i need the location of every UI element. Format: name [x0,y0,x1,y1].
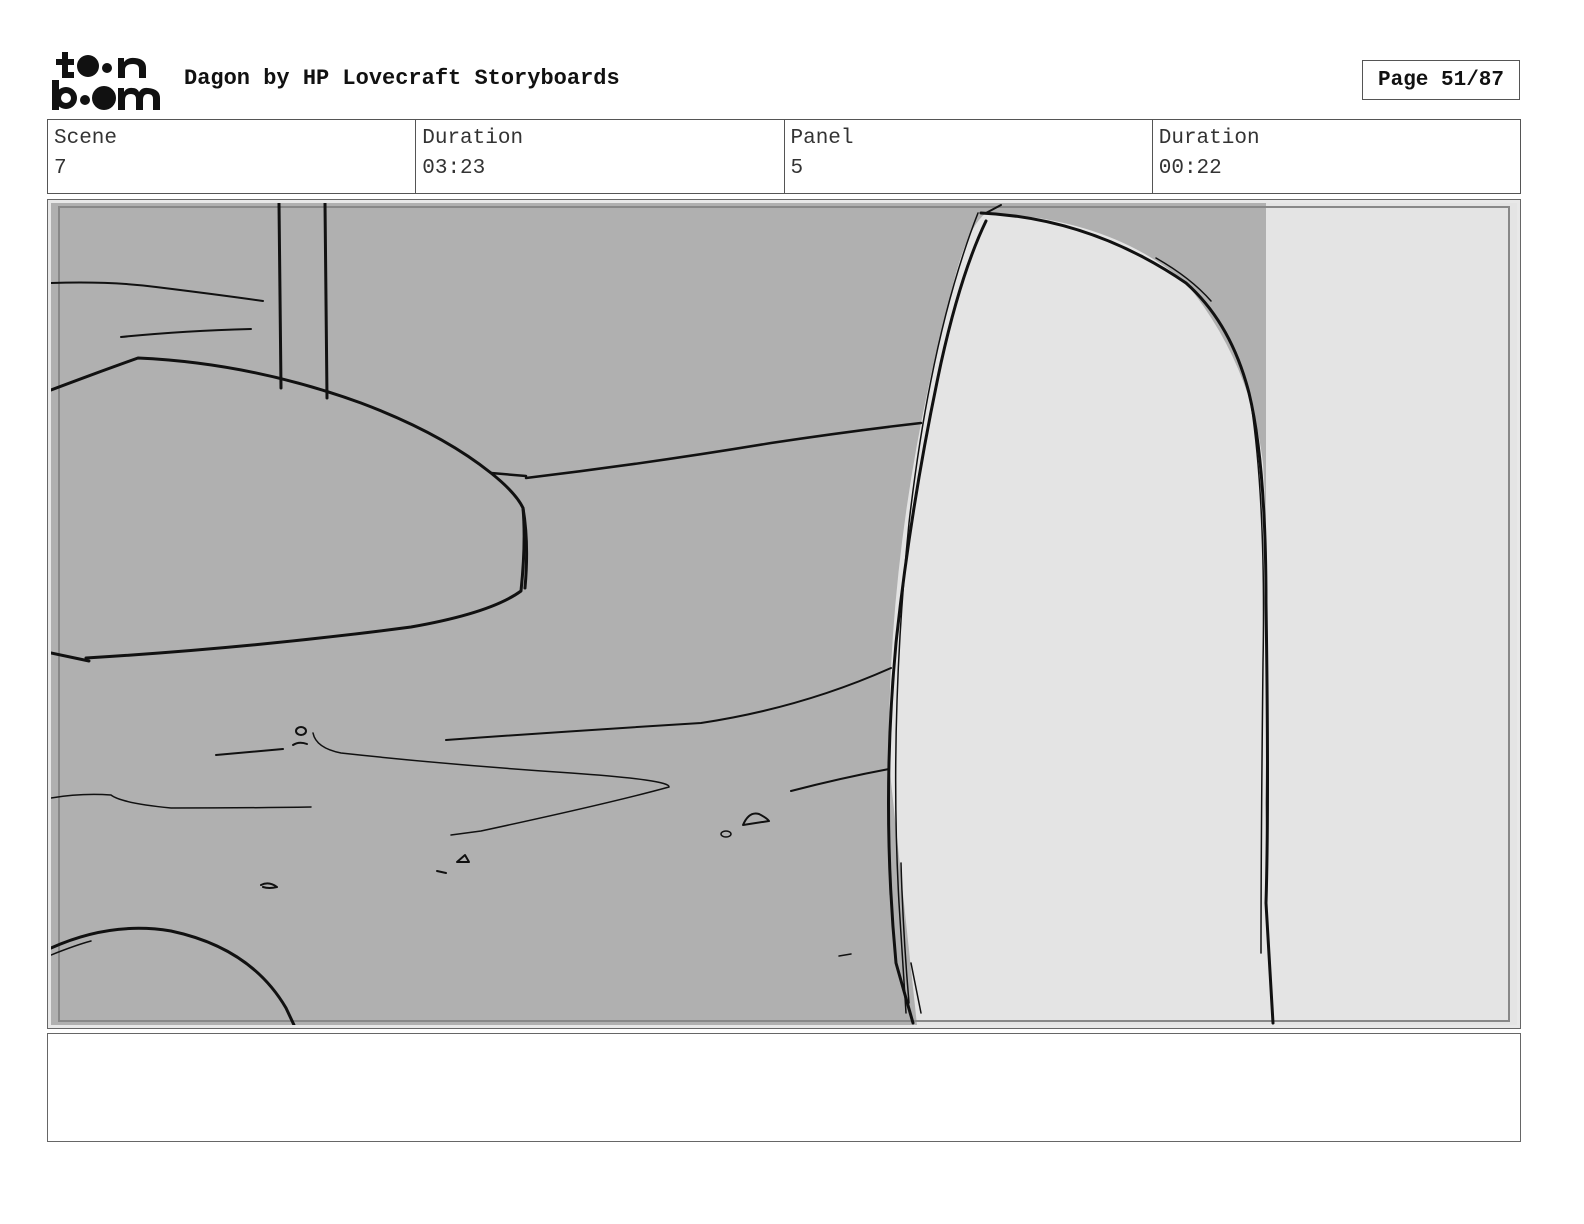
panel-notes-text [48,1034,1520,1050]
scene-duration-cell: Duration 03:23 [416,120,785,193]
scene-info-table: Scene 7 Duration 03:23 Panel 5 Duration … [47,119,1521,194]
panel-label: Panel [790,127,854,150]
panel-notes-box [47,1033,1521,1142]
panel-value: 5 [790,157,804,180]
scene-cell: Scene 7 [48,120,417,193]
storyboard-sketch [51,203,1517,1025]
page-number: Page 51/87 [1362,60,1520,100]
panel-cell: Panel 5 [785,120,1153,193]
scene-label: Scene [54,127,118,150]
panel-duration-value: 00:22 [1158,157,1222,180]
scene-value: 7 [54,157,67,180]
document-title: Dagon by HP Lovecraft Storyboards [184,66,620,91]
panel-duration-label: Duration [1158,127,1260,150]
toon-boom-logo [52,52,160,110]
scene-duration-value: 03:23 [422,157,486,180]
sketch-right-fill [1266,203,1517,1025]
panel-duration-cell: Duration 00:22 [1153,120,1520,193]
scene-duration-label: Duration [422,127,524,150]
